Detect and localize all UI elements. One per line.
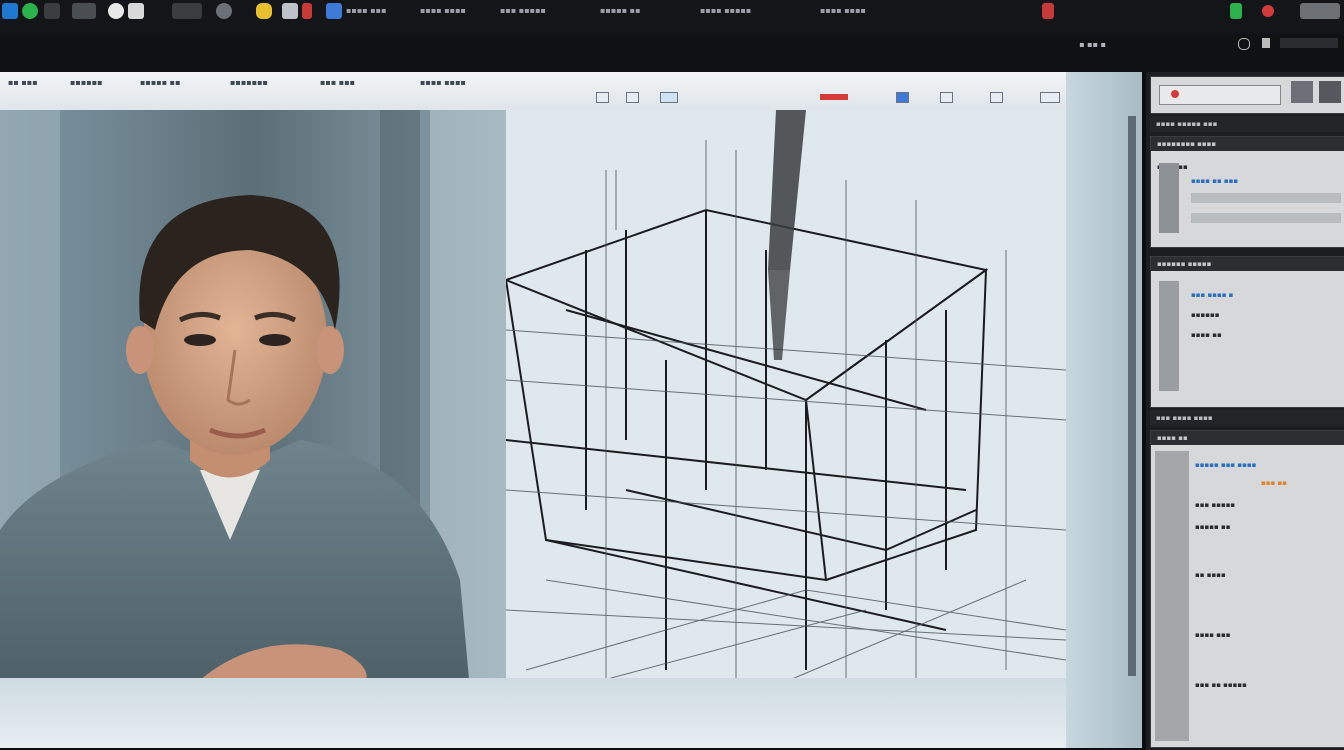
fit-icon[interactable] xyxy=(1040,92,1060,103)
toolbar-label[interactable]: ▪▪▪▪▪▪▪ xyxy=(230,78,268,87)
history-row[interactable]: ▪▪▪ ▪▪▪▪▪ xyxy=(1195,501,1235,509)
menu-bar: ▪ ▪▪ ▪ xyxy=(0,34,1344,72)
system-taskbar: ▪▪▪▪ ▪▪▪ ▪▪▪▪ ▪▪▪▪ ▪▪▪ ▪▪▪▪▪ ▪▪▪▪▪ ▪▪ ▪▪… xyxy=(0,0,1344,35)
app-launcher-icon[interactable] xyxy=(22,3,38,19)
taskbar-item[interactable]: ▪▪▪ ▪▪▪▪▪ xyxy=(500,6,546,15)
history-panel: ▪▪▪▪ ▪▪ ▪▪▪▪▪ ▪▪▪ ▪▪▪▪ ▪▪▪ ▪▪ ▪▪▪ ▪▪▪▪▪ … xyxy=(1150,430,1344,748)
section-header: ▪▪▪▪ ▪▪▪▪▪ ▪▪▪ xyxy=(1150,116,1344,132)
layer-row[interactable]: ▪▪▪▪ ▪▪ xyxy=(1191,331,1222,339)
history-row[interactable]: ▪▪▪▪▪ ▪▪ xyxy=(1195,523,1230,531)
zoom-icon[interactable] xyxy=(990,92,1003,103)
layer-thumbnail-column xyxy=(1159,281,1179,391)
layout-icon[interactable] xyxy=(596,92,609,103)
settings-icon[interactable] xyxy=(108,3,124,19)
start-icon[interactable] xyxy=(2,3,18,19)
select-icon[interactable] xyxy=(896,92,909,103)
history-row[interactable]: ▪▪▪▪ ▪▪▪ xyxy=(1195,631,1230,639)
panel-title: ▪▪▪▪▪▪ ▪▪▪▪▪ xyxy=(1151,257,1344,271)
taskbar-item[interactable]: ▪▪▪▪▪ ▪▪ xyxy=(600,6,641,15)
tool-column xyxy=(1159,163,1179,233)
slider-track[interactable] xyxy=(1191,213,1341,223)
clock-icon[interactable] xyxy=(1238,38,1250,50)
tray-icon[interactable] xyxy=(1300,3,1340,19)
thumbnail-icon[interactable] xyxy=(1291,81,1313,103)
toolbar-label[interactable]: ▪▪ ▪▪▪ xyxy=(8,78,38,87)
layer-row[interactable]: ▪▪▪▪▪▪ xyxy=(1191,311,1219,319)
layer-row[interactable]: ▪▪▪ ▪▪▪▪ ▪ xyxy=(1191,291,1233,299)
history-row[interactable]: ▪▪▪ ▪▪ xyxy=(1261,479,1287,487)
layers-panel: ▪▪▪▪▪▪ ▪▪▪▪▪ ▪▪▪ ▪▪▪▪ ▪ ▪▪▪▪▪▪ ▪▪▪▪ ▪▪ xyxy=(1150,256,1344,408)
alert-icon[interactable] xyxy=(302,3,312,19)
tool-icon[interactable] xyxy=(172,3,202,19)
section-header: ▪▪▪ ▪▪▪▪ ▪▪▪▪ xyxy=(1150,410,1344,426)
toolbar-label[interactable]: ▪▪▪▪ ▪▪▪▪ xyxy=(420,78,466,87)
vertical-scrollbar[interactable] xyxy=(1128,116,1136,676)
home-icon[interactable] xyxy=(128,3,144,19)
record-indicator-icon xyxy=(1171,90,1179,98)
history-row[interactable]: ▪▪▪ ▪▪ ▪▪▪▪▪ xyxy=(1195,681,1247,689)
wireframe-drawing xyxy=(503,110,1067,691)
status-icon[interactable] xyxy=(1230,3,1242,19)
refresh-icon[interactable] xyxy=(216,3,232,19)
property-row: ▪▪▪▪ ▪▪ ▪▪▪ xyxy=(1191,177,1239,185)
video-feed xyxy=(0,110,510,690)
taskbar-item[interactable]: ▪▪▪▪ ▪▪▪▪ xyxy=(820,6,866,15)
top-panel xyxy=(1150,76,1344,114)
slider-track[interactable] xyxy=(1191,193,1341,203)
lock-icon[interactable] xyxy=(256,3,272,19)
network-icon[interactable] xyxy=(326,3,342,19)
toolbar-label[interactable]: ▪▪▪▪▪▪ xyxy=(70,78,103,87)
history-row[interactable]: ▪▪▪▪▪ ▪▪▪ ▪▪▪▪ xyxy=(1195,461,1256,469)
status-text: ▪ ▪▪ ▪ xyxy=(1079,40,1106,49)
panel-icon[interactable] xyxy=(626,92,639,103)
toolbar-label[interactable]: ▪▪▪▪▪ ▪▪ xyxy=(140,78,181,87)
record-icon[interactable] xyxy=(1042,3,1054,19)
history-row[interactable]: ▪▪ ▪▪▪▪ xyxy=(1195,571,1226,579)
toolbar-label[interactable]: ▪▪▪ ▪▪▪ xyxy=(320,78,355,87)
window-icon[interactable] xyxy=(72,3,96,19)
active-tool-icon[interactable] xyxy=(820,94,848,100)
canvas-bottom-strip xyxy=(0,678,1142,748)
taskbar-item[interactable]: ▪▪▪▪ ▪▪▪▪▪ xyxy=(700,6,751,15)
history-thumbnails xyxy=(1155,451,1189,741)
side-panel: ▪▪▪▪ ▪▪▪▪▪ ▪▪▪ ▪▪▪▪▪▪▪▪ ▪▪▪▪ ▪▪ ▪▪ ▪▪ ▪▪▪… xyxy=(1146,72,1344,750)
view-icon[interactable] xyxy=(660,92,678,103)
panel-title: ▪▪▪▪ ▪▪ xyxy=(1151,431,1344,445)
notification-icon[interactable] xyxy=(1262,5,1274,17)
properties-panel: ▪▪▪▪▪▪▪▪ ▪▪▪▪ ▪▪ ▪▪▪▪ ▪▪▪▪ ▪▪ ▪▪▪ xyxy=(1150,136,1344,248)
pointer-icon[interactable] xyxy=(282,3,298,19)
canvas-window: ▪▪ ▪▪▪ ▪▪▪▪▪▪ ▪▪▪▪▪ ▪▪ ▪▪▪▪▪▪▪ ▪▪▪ ▪▪▪ ▪… xyxy=(0,72,1142,748)
app-toolbar: ▪▪ ▪▪▪ ▪▪▪▪▪▪ ▪▪▪▪▪ ▪▪ ▪▪▪▪▪▪▪ ▪▪▪ ▪▪▪ ▪… xyxy=(0,72,1142,111)
file-icon[interactable] xyxy=(44,3,60,19)
thumbnail-icon[interactable] xyxy=(1319,81,1341,103)
panel-title: ▪▪▪▪▪▪▪▪ ▪▪▪▪ xyxy=(1151,137,1344,151)
taskbar-item[interactable]: ▪▪▪▪ ▪▪▪ xyxy=(346,6,387,15)
taskbar-item[interactable]: ▪▪▪▪ ▪▪▪▪ xyxy=(420,6,466,15)
grid-icon[interactable] xyxy=(940,92,953,103)
battery-icon[interactable] xyxy=(1262,38,1270,48)
tray-panel xyxy=(1280,38,1338,48)
